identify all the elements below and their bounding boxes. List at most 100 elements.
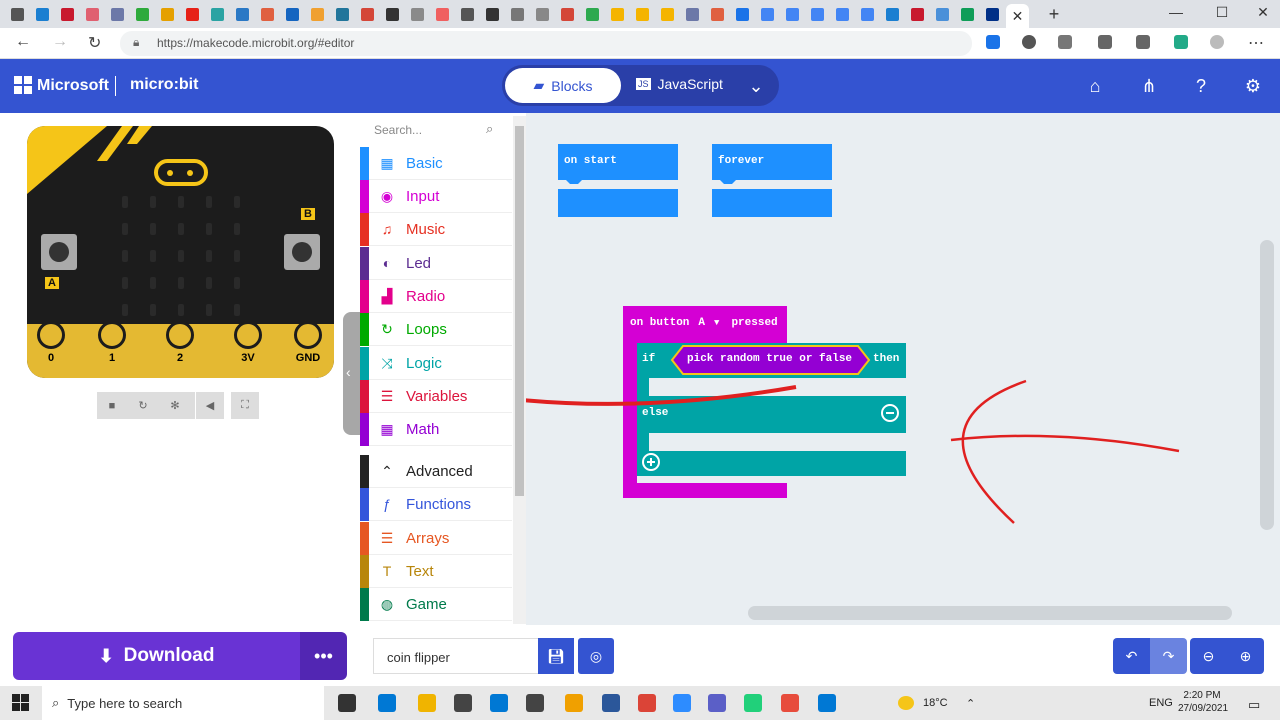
forward-icon[interactable]: →: [52, 33, 68, 51]
browser-tab[interactable]: [906, 4, 929, 24]
browser-tab[interactable]: [356, 4, 379, 24]
blocks-tab[interactable]: ▰ Blocks: [505, 68, 621, 103]
downloads-icon[interactable]: [1174, 35, 1188, 49]
browser-tab[interactable]: [731, 4, 754, 24]
category-basic[interactable]: ▦ Basic: [360, 146, 512, 180]
clock[interactable]: 2:20 PM 27/09/2021: [1178, 689, 1228, 715]
browser-tab[interactable]: [531, 4, 554, 24]
category-text[interactable]: T Text: [360, 554, 512, 588]
puzzle-icon[interactable]: [1058, 35, 1072, 49]
microsoft-logo-icon[interactable]: [14, 76, 32, 94]
category-music[interactable]: ♫ Music: [360, 212, 512, 246]
javascript-tab[interactable]: JS JavaScript: [636, 76, 723, 92]
pin-1[interactable]: [98, 321, 126, 349]
window-close-icon[interactable]: ✕: [1248, 4, 1278, 21]
browser-tab[interactable]: [881, 4, 904, 24]
logo-touch-icon[interactable]: [154, 159, 208, 186]
browser-tab[interactable]: [81, 4, 104, 24]
category-variables[interactable]: ☰ Variables: [360, 379, 512, 413]
taskbar-app-icon[interactable]: [338, 694, 356, 712]
url-field[interactable]: 🔒︎ https://makecode.microbit.org/#editor: [120, 31, 972, 56]
active-browser-tab[interactable]: ✕: [1006, 4, 1029, 28]
browser-tab[interactable]: [431, 4, 454, 24]
browser-tab[interactable]: [956, 4, 979, 24]
category-input[interactable]: ◉ Input: [360, 179, 512, 213]
zoom-in-icon[interactable]: ⊕: [1227, 638, 1264, 674]
pin-gnd[interactable]: [294, 321, 322, 349]
button-b[interactable]: [284, 234, 320, 270]
redo-icon[interactable]: ↷: [1150, 638, 1187, 674]
browser-tab[interactable]: [31, 4, 54, 24]
save-icon[interactable]: 💾︎: [538, 638, 574, 674]
help-icon[interactable]: ?: [1190, 76, 1212, 97]
notifications-icon[interactable]: ▭: [1248, 697, 1260, 713]
browser-tab[interactable]: [856, 4, 879, 24]
browser-tab[interactable]: [456, 4, 479, 24]
microbit-simulator[interactable]: A B 0 1 2 3V GND: [27, 126, 334, 378]
blocks-workspace[interactable]: on start forever on button A ▼ pressed i…: [526, 113, 1280, 625]
fullscreen-icon[interactable]: ⛶: [231, 392, 259, 419]
share-icon[interactable]: ⋔: [1138, 76, 1160, 97]
profile-avatar[interactable]: [1210, 35, 1224, 49]
category-radio[interactable]: ▟ Radio: [360, 279, 512, 313]
browser-tab[interactable]: [131, 4, 154, 24]
collections-icon[interactable]: [1136, 35, 1150, 49]
category-advanced[interactable]: ⌃ Advanced: [360, 454, 512, 488]
pin-0[interactable]: [37, 321, 65, 349]
condition-label[interactable]: pick random true or false: [687, 353, 852, 365]
browser-tab[interactable]: [506, 4, 529, 24]
browser-tab[interactable]: [6, 4, 29, 24]
microsoft-brand[interactable]: Microsoft: [37, 77, 109, 95]
taskbar-app-icon[interactable]: [378, 694, 396, 712]
restart-icon[interactable]: ↻: [129, 392, 157, 419]
windows-start-icon[interactable]: [12, 694, 29, 711]
toolbox-scrollbar[interactable]: [513, 116, 526, 624]
tray-chevron-icon[interactable]: ⌃: [966, 697, 975, 710]
browser-tab[interactable]: [981, 4, 1004, 24]
dropdown-arrow-icon[interactable]: ▼: [714, 318, 719, 328]
browser-tab[interactable]: [56, 4, 79, 24]
taskbar-app-icon[interactable]: [490, 694, 508, 712]
project-name-input[interactable]: coin flipper: [373, 638, 538, 674]
taskbar-app-icon[interactable]: [418, 694, 436, 712]
taskbar-app-icon[interactable]: [781, 694, 799, 712]
extension-icon[interactable]: [1022, 35, 1036, 49]
category-game[interactable]: ◍ Game: [360, 587, 512, 621]
category-loops[interactable]: ↻ Loops: [360, 312, 512, 346]
taskbar-app-icon[interactable]: [638, 694, 656, 712]
browser-tab[interactable]: [931, 4, 954, 24]
browser-tab[interactable]: [156, 4, 179, 24]
debug-icon[interactable]: ✻: [161, 392, 189, 419]
maximize-icon[interactable]: ☐: [1207, 4, 1237, 21]
button-a[interactable]: [41, 234, 77, 270]
category-arrays[interactable]: ☰ Arrays: [360, 521, 512, 555]
taskbar-app-icon[interactable]: [526, 694, 544, 712]
browser-tab[interactable]: [806, 4, 829, 24]
category-logic[interactable]: ⤨ Logic: [360, 346, 512, 380]
browser-tab[interactable]: [206, 4, 229, 24]
browser-tab[interactable]: [831, 4, 854, 24]
browser-tab[interactable]: [281, 4, 304, 24]
download-button[interactable]: ⬇ Download: [13, 632, 300, 680]
button-dropdown[interactable]: A: [695, 317, 708, 329]
browser-tab[interactable]: [231, 4, 254, 24]
category-functions[interactable]: ƒ Functions: [360, 487, 512, 521]
browser-tab[interactable]: [631, 4, 654, 24]
home-icon[interactable]: ⌂: [1084, 76, 1106, 97]
toolbox-search[interactable]: Search... ⌕: [360, 114, 512, 146]
browser-tab[interactable]: [656, 4, 679, 24]
taskbar-app-icon[interactable]: [744, 694, 762, 712]
browser-tab[interactable]: [406, 4, 429, 24]
taskbar-app-icon[interactable]: [818, 694, 836, 712]
mute-icon[interactable]: ◀: [196, 392, 224, 419]
browser-tab[interactable]: [481, 4, 504, 24]
category-math[interactable]: ▦ Math: [360, 412, 512, 446]
pin-2[interactable]: [166, 321, 194, 349]
category-led[interactable]: ◐ Led: [360, 246, 512, 280]
close-tab-icon[interactable]: ✕: [1012, 8, 1024, 25]
browser-tab[interactable]: [756, 4, 779, 24]
temperature[interactable]: 18°C: [923, 697, 948, 709]
browser-tab[interactable]: [306, 4, 329, 24]
download-more-button[interactable]: •••: [300, 632, 347, 680]
taskbar-search[interactable]: ⌕ Type here to search: [42, 686, 324, 720]
